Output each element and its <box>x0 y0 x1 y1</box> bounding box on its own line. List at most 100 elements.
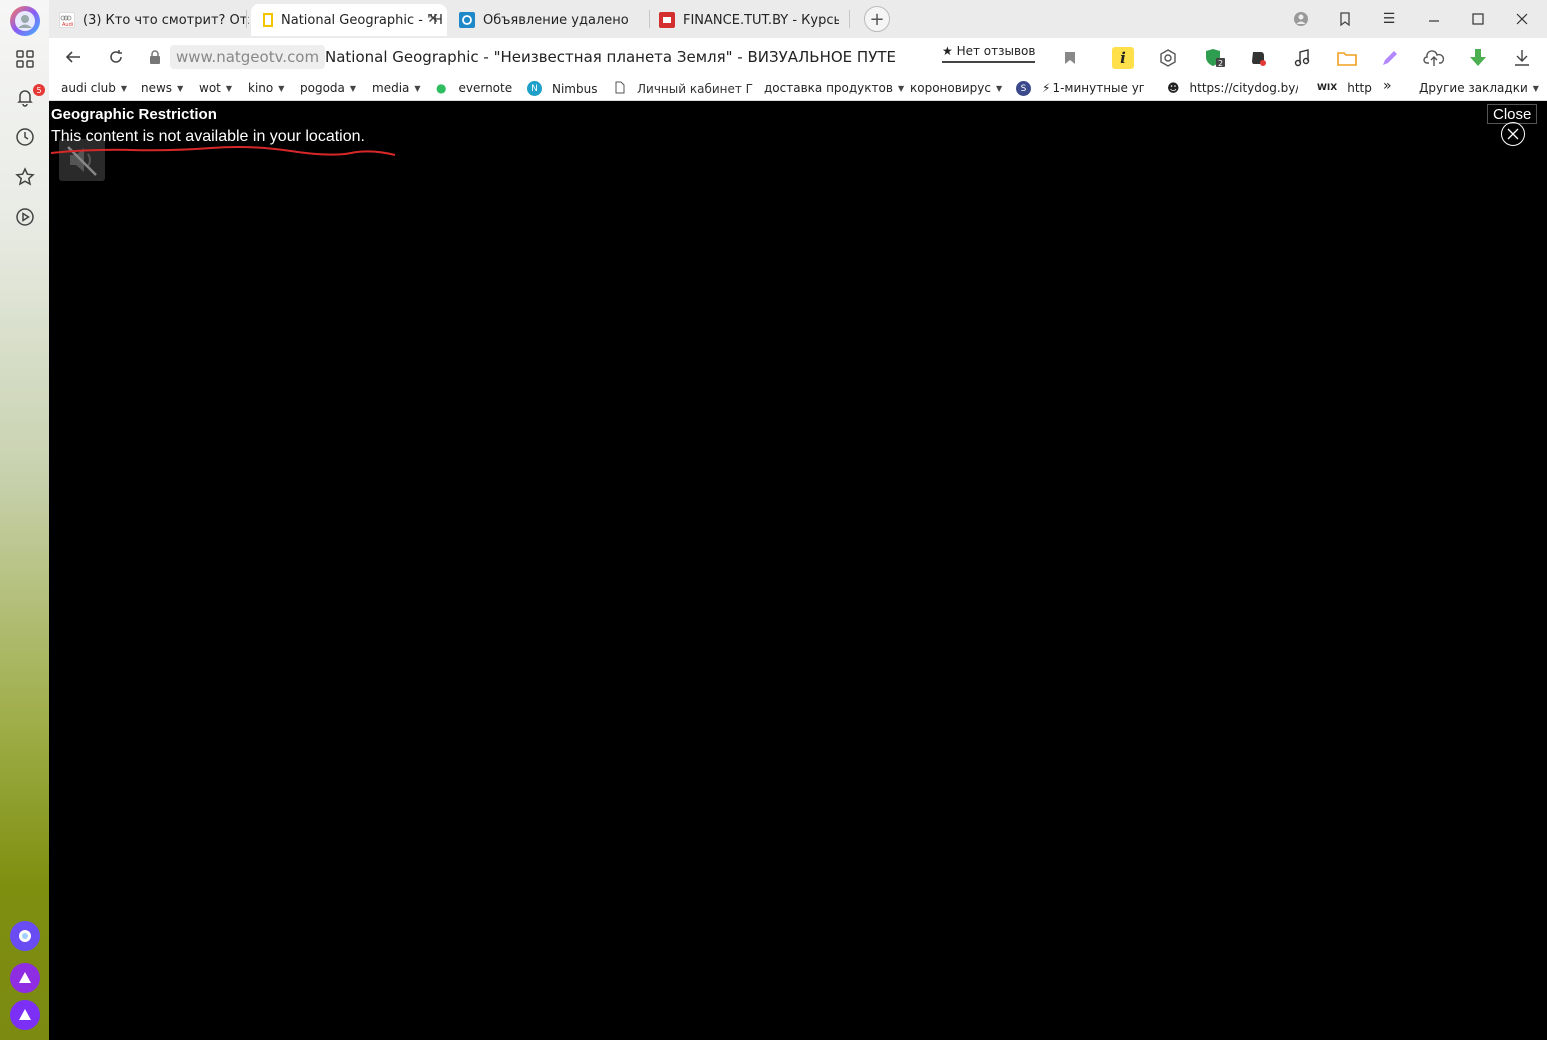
wix-icon: WIX <box>1317 83 1338 93</box>
alice-assistant-icon[interactable] <box>10 1000 40 1030</box>
tab-listing-removed[interactable]: Объявление удалено <box>459 4 644 36</box>
tab-title: (3) Кто что смотрит? Отзы <box>83 12 249 28</box>
menu-hamburger-icon[interactable]: ☰ <box>1377 8 1401 30</box>
tab-separator <box>649 10 650 28</box>
browser-sidebar: 5 <box>0 0 49 1040</box>
minimize-icon[interactable] <box>1422 8 1446 30</box>
music-note-icon[interactable] <box>1291 47 1313 69</box>
star-icon[interactable] <box>12 164 38 190</box>
browser-window: 5 Audi (3) Кто что смотрит? Отзы Nationa… <box>0 0 1547 1040</box>
chevron-down-icon: ▼ <box>177 83 184 93</box>
apps-grid-icon[interactable] <box>12 46 38 72</box>
bookmark-folder-kino[interactable]: kino ▼ <box>248 81 284 95</box>
bookmark-label: Другие закладки <box>1419 81 1528 95</box>
bookmark-label: http <box>1347 81 1372 95</box>
bookmark-label: Nimbus <box>552 81 598 96</box>
audi-favicon-icon: Audi <box>59 12 75 28</box>
chevron-down-icon: ▼ <box>349 83 357 93</box>
bookmark-label: pogoda <box>300 81 345 95</box>
address-bar: www.natgeotv.com National Geographic - "… <box>49 38 1547 76</box>
natgeo-favicon-icon <box>263 13 273 27</box>
chevron-down-icon: ▼ <box>897 83 905 93</box>
tab-bar: Audi (3) Кто что смотрит? Отзы National … <box>49 0 1547 38</box>
bookmark-label: news <box>141 81 173 95</box>
bookmark-evernote[interactable]: ● evernote <box>436 81 512 95</box>
ext-i-icon[interactable]: i <box>1112 47 1134 69</box>
ext-shield-icon[interactable]: 2 <box>1204 47 1226 69</box>
chevron-down-icon: ▼ <box>414 83 421 93</box>
nimbus-icon: N <box>527 81 542 96</box>
bookmark-citydog[interactable]: ☻ https://citydog.by/ <box>1167 81 1298 95</box>
window-close-icon[interactable] <box>1510 8 1534 30</box>
collections-icon[interactable] <box>1333 8 1357 30</box>
bookmark-s-icon-link[interactable]: S <box>1016 81 1037 96</box>
bookmark-folder-pogoda[interactable]: pogoda ▼ <box>300 81 356 95</box>
lock-icon[interactable] <box>145 46 165 68</box>
citydog-icon: ☻ <box>1167 81 1180 95</box>
page-icon <box>615 81 625 97</box>
bookmark-folder-news[interactable]: news ▼ <box>141 81 183 95</box>
listing-favicon-icon <box>459 12 475 28</box>
evernote-icon: ● <box>436 81 447 95</box>
tab-title: Объявление удалено <box>483 12 629 28</box>
messenger-icon[interactable] <box>10 963 40 993</box>
tab-close-icon[interactable]: ✕ <box>427 11 439 27</box>
tab-audi[interactable]: Audi (3) Кто что смотрит? Отзы <box>59 4 249 36</box>
s-logo-icon: S <box>1016 81 1031 96</box>
tab-finance[interactable]: FINANCE.TUT.BY - Курсы в <box>659 4 839 36</box>
tab-title: National Geographic - "Н <box>281 12 443 28</box>
restriction-title: Geographic Restriction <box>51 106 217 123</box>
bookmark-label: evernote <box>458 81 513 95</box>
bookmark-folder-other[interactable]: Другие закладки ▼ <box>1419 81 1539 95</box>
history-clock-icon[interactable] <box>12 124 38 150</box>
download-green-icon[interactable] <box>1467 47 1489 69</box>
page-title-in-omnibox[interactable]: National Geographic - "Неизвестная плане… <box>325 48 895 66</box>
reviews-button[interactable]: ★ Нет отзывов <box>942 44 1036 63</box>
finance-favicon-icon <box>659 12 675 28</box>
svg-text:Audi: Audi <box>62 22 73 27</box>
close-circle-icon[interactable] <box>1501 122 1525 146</box>
bookmark-personal-cabinet[interactable]: Личный кабинет Г <box>615 81 753 97</box>
reload-icon[interactable] <box>104 46 128 68</box>
bookmark-label: https://citydog.by/ <box>1189 81 1298 95</box>
cloud-upload-icon[interactable] <box>1423 47 1445 69</box>
chevron-down-icon: ▼ <box>225 83 233 93</box>
bookmark-wix[interactable]: WIX http <box>1317 81 1372 95</box>
chevron-down-icon: ▼ <box>278 83 285 93</box>
chevron-down-icon: ▼ <box>120 83 128 93</box>
profile-avatar-icon[interactable] <box>10 6 40 36</box>
ext-hexagon-icon[interactable] <box>1157 47 1179 69</box>
bookmark-folder-audi-club[interactable]: audi club ▼ <box>61 81 127 95</box>
close-button[interactable]: Close <box>1487 104 1538 124</box>
downloads-icon[interactable] <box>1511 47 1533 69</box>
bookmarks-bar: audi club ▼ news ▼ wot ▼ kino ▼ pogoda ▼ medi… <box>49 76 1547 101</box>
back-arrow-icon[interactable] <box>61 46 85 68</box>
play-circle-icon[interactable] <box>12 204 38 230</box>
bookmark-1-minute[interactable]: ⚡ 1-минутные уп <box>1042 81 1144 95</box>
bookmarks-overflow-chevron-icon[interactable]: » <box>1383 78 1392 94</box>
notification-badge: 5 <box>33 84 45 96</box>
profile-icon[interactable] <box>1289 8 1313 30</box>
restriction-message: This content is not available in your lo… <box>51 128 365 145</box>
folder-icon[interactable] <box>1336 47 1358 69</box>
alice-chat-icon[interactable] <box>10 921 40 951</box>
bookmark-label: media <box>372 81 410 95</box>
evernote-ext-icon[interactable] <box>1247 47 1269 69</box>
tab-natgeo[interactable]: National Geographic - "Н ✕ <box>251 4 447 36</box>
url-host[interactable]: www.natgeotv.com <box>170 45 326 69</box>
maximize-icon[interactable] <box>1466 8 1490 30</box>
bookmark-label: короновирус <box>910 81 991 95</box>
bookmark-folder-wot[interactable]: wot ▼ <box>199 81 232 95</box>
bookmark-flag-icon[interactable] <box>1059 47 1081 69</box>
bookmark-folder-media[interactable]: media ▼ <box>372 81 421 95</box>
tab-separator <box>849 10 850 28</box>
bookmark-label: Личный кабинет Г <box>637 82 753 96</box>
tab-separator <box>246 10 247 28</box>
chevron-down-icon: ▼ <box>1532 83 1539 93</box>
bookmark-folder-coronavirus[interactable]: короновирус ▼ <box>910 81 1002 95</box>
bookmark-nimbus[interactable]: N Nimbus <box>527 81 597 96</box>
bookmark-folder-delivery[interactable]: доставка продуктов ▼ <box>764 81 904 95</box>
pen-icon[interactable] <box>1379 47 1401 69</box>
bookmark-label: 1-минутные уп <box>1052 81 1145 95</box>
new-tab-button[interactable]: + <box>864 6 890 32</box>
